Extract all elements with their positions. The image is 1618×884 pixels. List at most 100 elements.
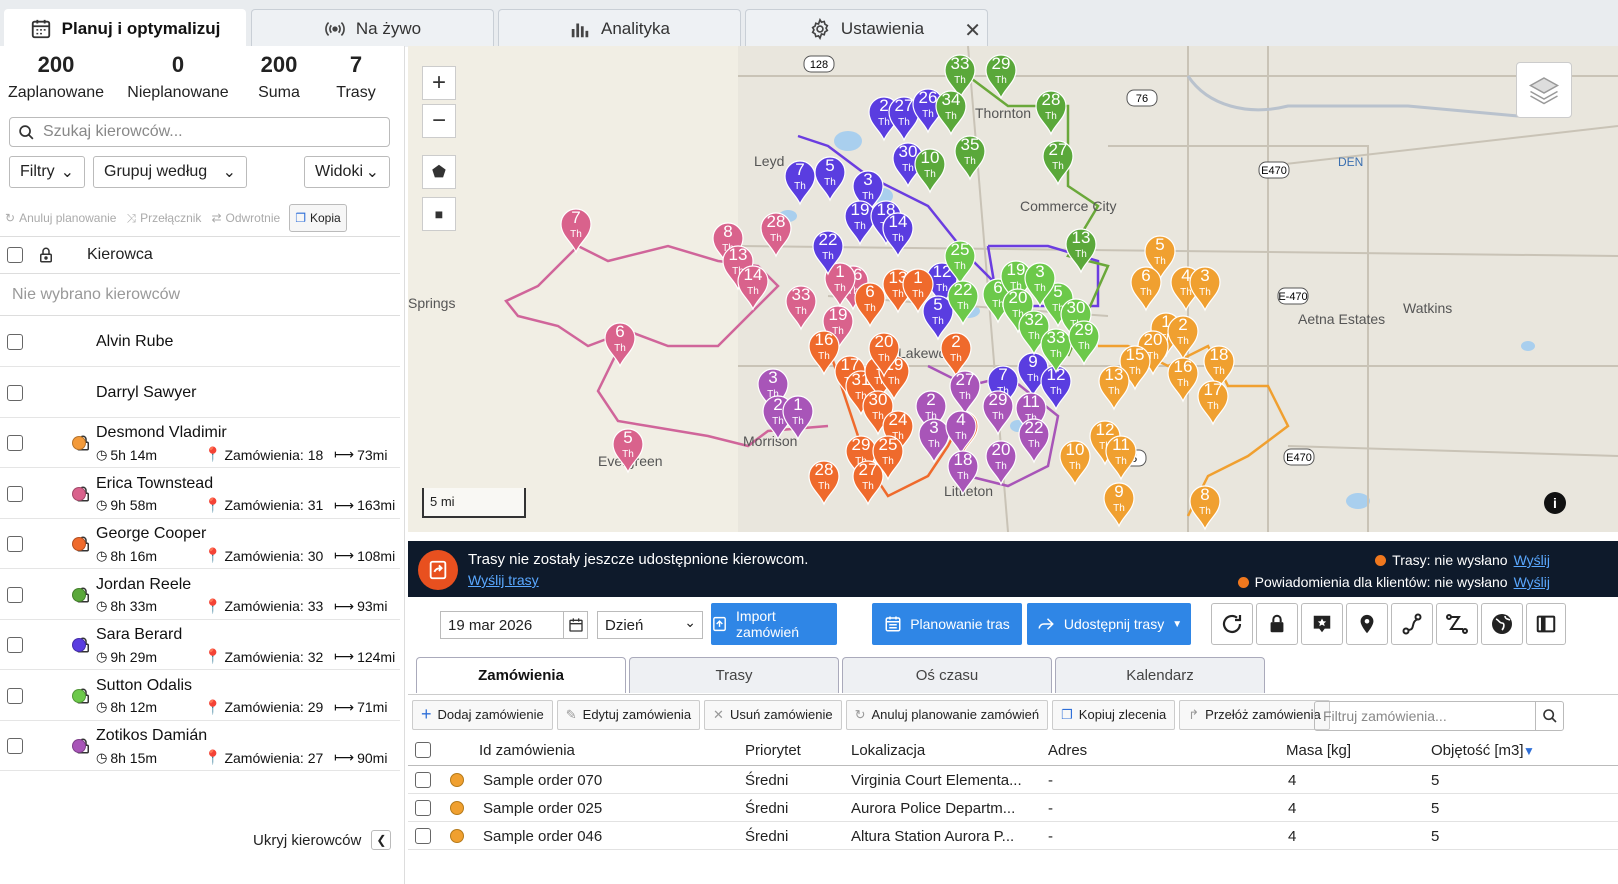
tab-analytics[interactable]: Analityka xyxy=(498,9,741,47)
column-header[interactable]: Adres xyxy=(1048,742,1087,759)
add-order-button[interactable]: + Dodaj zamówienie xyxy=(412,699,553,730)
views-dropdown[interactable]: Widoki ⌄ xyxy=(304,156,390,188)
layers-button[interactable] xyxy=(1516,62,1572,118)
plan-routes-button[interactable]: Planowanie tras xyxy=(872,603,1022,645)
send-routes-status-link[interactable]: Wyślij xyxy=(1514,552,1550,568)
tab-live[interactable]: Na żywo xyxy=(251,9,494,47)
import-orders-button[interactable]: Import zamówień xyxy=(711,603,837,645)
marker-day-label: Th xyxy=(822,251,834,262)
send-notifications-link[interactable]: Wyślij xyxy=(1514,574,1550,590)
driver-row[interactable]: Alvin Rube xyxy=(0,316,400,367)
share-routes-button[interactable]: Udostępnij trasy ▼ xyxy=(1027,603,1191,645)
driver-row[interactable]: Desmond Vladimir ◷ 5h 14m 📍 Zamówienia: 18… xyxy=(0,418,400,468)
polygon-select-button[interactable]: ⬟ xyxy=(422,155,456,189)
show-route-button[interactable] xyxy=(1391,603,1433,645)
tab-orders[interactable]: Zamówienia xyxy=(416,657,626,693)
tab-plan-optimize[interactable]: Planuj i optymalizuj xyxy=(4,9,246,47)
polygon-icon: ⬟ xyxy=(432,164,446,181)
driver-checkbox[interactable] xyxy=(7,385,23,401)
cancel-planning-button[interactable]: ↻ Anuluj planowanie xyxy=(0,204,121,232)
column-header[interactable]: Lokalizacja xyxy=(851,742,925,759)
driver-checkbox[interactable] xyxy=(7,435,23,451)
tab-settings[interactable]: Ustawienia ✕ xyxy=(745,9,988,47)
orders-filter-input[interactable]: Filtruj zamówienia... xyxy=(1314,701,1564,731)
driver-row[interactable]: Sara Berard ◷ 9h 29m 📍 Zamówienia: 32 ⟼ 124… xyxy=(0,620,400,670)
row-checkbox[interactable] xyxy=(415,828,431,844)
rectangle-select-button[interactable]: ■ xyxy=(422,197,456,231)
unplan-orders-button[interactable]: ↻ Anuluj planowanie zamówień xyxy=(845,699,1049,730)
driver-row[interactable]: Erica Townstead ◷ 9h 58m 📍 Zamówienia: 31 … xyxy=(0,469,400,519)
driver-row[interactable]: Zotikos Damián ◷ 8h 15m 📍 Zamówienia: 27 ⟼… xyxy=(0,721,400,771)
table-row[interactable]: Sample order 025 Średni Aurora Police Depa… xyxy=(408,794,1618,822)
close-icon[interactable]: ✕ xyxy=(964,18,981,43)
panel-toggle-button[interactable] xyxy=(1526,603,1566,645)
select-all-orders-checkbox[interactable] xyxy=(415,742,431,758)
reschedule-orders-button[interactable]: ↱ Przełóż zamówienia xyxy=(1179,699,1330,730)
row-checkbox[interactable] xyxy=(415,800,431,816)
column-header[interactable]: Objętość [m3] xyxy=(1431,742,1524,759)
period-select[interactable]: Dzień ⌄ xyxy=(597,611,703,639)
marker-number: 2 xyxy=(951,332,960,351)
map-stop-marker[interactable]: 7 Th xyxy=(560,208,592,254)
tab-timeline[interactable]: Oś czasu xyxy=(842,657,1052,693)
zoom-in-button[interactable]: + xyxy=(422,66,456,100)
lock-button[interactable] xyxy=(1256,603,1298,645)
delete-order-button[interactable]: ✕ Usuń zamówienie xyxy=(704,699,842,730)
show-lines-button[interactable] xyxy=(1436,603,1478,645)
copy-icon: ❐ xyxy=(295,211,306,225)
tab-routes[interactable]: Trasy xyxy=(629,657,839,693)
marker-day-label: Th xyxy=(954,75,966,86)
marker-number: 1 xyxy=(793,395,802,414)
edit-orders-button[interactable]: ✎ Edytuj zamówienia xyxy=(556,699,701,730)
select-all-checkbox[interactable] xyxy=(7,247,23,263)
lock-icon[interactable] xyxy=(37,245,55,265)
marker-day-label: Th xyxy=(995,461,1007,472)
column-header[interactable]: Priorytet xyxy=(745,742,801,759)
driver-row[interactable]: Sutton Odalis ◷ 8h 12m 📍 Zamówienia: 29 ⟼ 7… xyxy=(0,671,400,721)
switch-button[interactable]: ⤨ Przełącznik xyxy=(121,204,206,232)
info-icon[interactable]: i xyxy=(1544,492,1566,514)
globe-button[interactable] xyxy=(1481,603,1523,645)
reverse-button[interactable]: ⇄ Odwrotnie xyxy=(206,204,285,232)
send-routes-link[interactable]: Wyślij trasy xyxy=(468,572,539,588)
driver-row[interactable]: Darryl Sawyer xyxy=(0,367,400,418)
driver-checkbox[interactable] xyxy=(7,334,23,350)
driver-checkbox[interactable] xyxy=(7,687,23,704)
copy-button[interactable]: ❐ Kopia xyxy=(289,204,347,232)
table-row[interactable]: Sample order 046 Średni Altura Station Aur… xyxy=(408,822,1618,850)
import-icon xyxy=(713,616,726,632)
driver-checkbox[interactable] xyxy=(7,738,23,754)
column-header[interactable]: Id zamówienia xyxy=(479,742,575,759)
refresh-button[interactable] xyxy=(1211,603,1253,645)
group-by-dropdown[interactable]: Grupuj według ⌄ xyxy=(93,156,247,188)
driver-checkbox[interactable] xyxy=(7,586,23,603)
marker-number: 13 xyxy=(729,245,748,264)
date-picker[interactable]: 19 mar 2026 xyxy=(440,611,588,639)
driver-row[interactable]: George Cooper ◷ 8h 16m 📍 Zamówienia: 30 ⟼ 1… xyxy=(0,519,400,569)
driver-row[interactable]: Jordan Reele ◷ 8h 33m 📍 Zamówienia: 33 ⟼ 93… xyxy=(0,570,400,620)
message-button[interactable] xyxy=(1301,603,1343,645)
search-icon[interactable] xyxy=(1535,702,1563,730)
calendar-icon[interactable] xyxy=(563,612,587,638)
tab-calendar[interactable]: Kalendarz xyxy=(1055,657,1265,693)
show-stops-button[interactable] xyxy=(1346,603,1388,645)
driver-checkbox[interactable] xyxy=(7,485,23,502)
hide-drivers-button[interactable]: Ukryj kierowców ❮ xyxy=(253,830,392,850)
map-stop-marker[interactable]: 6 Th xyxy=(604,322,636,368)
marker-day-label: Th xyxy=(792,416,804,427)
zoom-out-button[interactable]: − xyxy=(422,104,456,138)
driver-search-input[interactable]: Szukaj kierowców... xyxy=(9,117,390,147)
table-body: Sample order 070 Średni Virginia Court Ele… xyxy=(408,766,1618,850)
column-header[interactable]: Masa [kg] xyxy=(1286,742,1351,759)
table-row[interactable]: Sample order 070 Średni Virginia Court Ele… xyxy=(408,766,1618,794)
route-map[interactable]: 12876E470E470E-47025ThorntonCommerce Cit… xyxy=(408,46,1618,532)
copy-orders-button[interactable]: ❐ Kopiuj zlecenia xyxy=(1052,699,1176,730)
driver-stats: ◷ 8h 15m 📍 Zamówienia: 27 ⟼ 90mi xyxy=(96,749,396,766)
marker-day-label: Th xyxy=(1027,373,1039,384)
search-icon xyxy=(19,124,34,139)
row-checkbox[interactable] xyxy=(415,772,431,788)
driver-checkbox[interactable] xyxy=(7,637,23,653)
sort-desc-icon[interactable]: ▼ xyxy=(1523,744,1535,758)
filters-dropdown[interactable]: Filtry ⌄ xyxy=(9,156,85,188)
driver-checkbox[interactable] xyxy=(7,536,23,552)
